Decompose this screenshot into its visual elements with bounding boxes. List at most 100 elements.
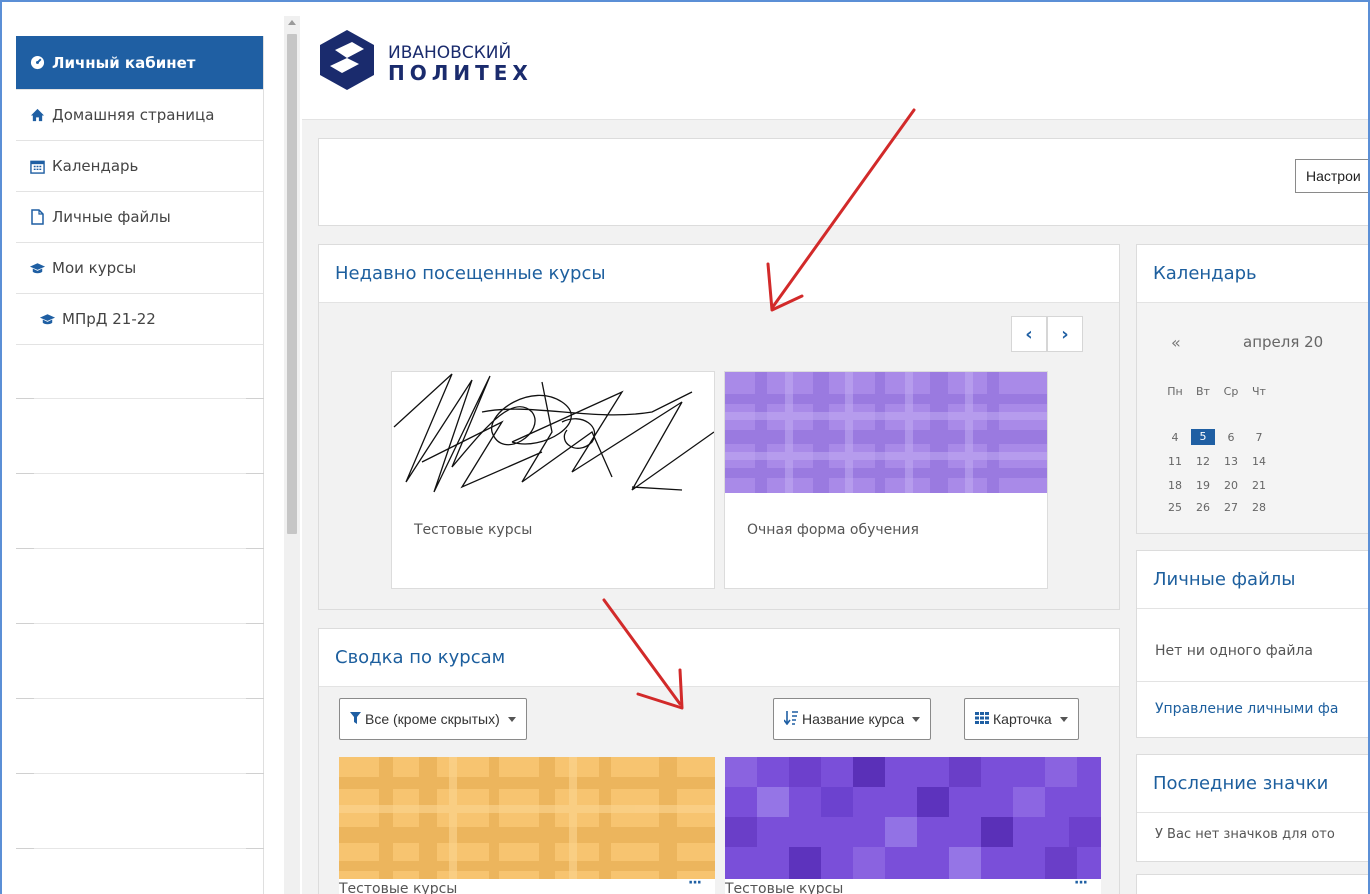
sidebar-item-files[interactable]: Личные файлы — [16, 192, 263, 243]
course-image[interactable] — [725, 372, 1047, 493]
sidebar-item-home[interactable]: Домашняя страница — [16, 90, 263, 141]
scroll-up-arrow-icon[interactable] — [288, 20, 296, 25]
course-image[interactable] — [339, 757, 715, 879]
private-files-title: Личные файлы — [1137, 551, 1368, 609]
calendar-prev-month-link[interactable]: « — [1171, 333, 1181, 352]
no-badges-text: У Вас нет значков для ото — [1155, 827, 1335, 842]
calendar-day[interactable]: 21 — [1247, 479, 1271, 492]
calendar-day[interactable]: 12 — [1191, 455, 1215, 468]
course-card[interactable]: Очная форма обучения — [724, 371, 1048, 589]
recent-courses-pager: ‹ › — [1011, 316, 1083, 352]
course-overview-block: Сводка по курсам Все (кроме скрытых) Наз… — [318, 628, 1120, 894]
weekday-label: Пн — [1167, 385, 1183, 398]
scribble-image — [392, 372, 714, 493]
course-card[interactable]: Тестовые курсы — [391, 371, 715, 589]
weekday-label: Ср — [1223, 385, 1239, 398]
calendar-day[interactable]: 11 — [1163, 455, 1187, 468]
divider — [16, 848, 264, 849]
sidebar-item-label: Мои курсы — [52, 259, 137, 277]
calendar-day[interactable]: 28 — [1247, 501, 1271, 514]
weekday-label: Чт — [1252, 385, 1266, 398]
sort-label: Название курса — [802, 711, 905, 727]
sidebar-item-dashboard[interactable]: Личный кабинет — [16, 36, 263, 90]
sort-icon — [783, 710, 798, 728]
calendar-title: Календарь — [1137, 245, 1368, 303]
graduation-cap-icon — [38, 313, 56, 326]
calendar-day[interactable]: 26 — [1191, 501, 1215, 514]
course-card[interactable]: Тестовые курсы ··· — [725, 757, 1101, 894]
caret-down-icon — [912, 716, 921, 722]
filter-label: Все (кроме скрытых) — [365, 711, 500, 727]
customize-page-button[interactable]: Настрои — [1295, 159, 1368, 193]
calendar-day[interactable]: 7 — [1247, 431, 1271, 444]
page-header: ИВАНОВСКИЙ ПОЛИТЕХ — [302, 2, 1368, 120]
sidebar-item-course-mprd[interactable]: МПрД 21-22 — [16, 294, 263, 345]
logo-text: ИВАНОВСКИЙ ПОЛИТЕХ — [388, 43, 533, 84]
calendar-day-today[interactable]: 5 — [1191, 429, 1215, 445]
orange-plaid-image — [339, 757, 715, 879]
prev-page-button[interactable]: ‹ — [1011, 316, 1047, 352]
next-page-button[interactable]: › — [1047, 316, 1083, 352]
divider — [16, 773, 264, 774]
more-options-icon[interactable]: ··· — [1074, 875, 1088, 891]
recent-courses-block: Недавно посещенные курсы ‹ › Тестовые ку… — [318, 244, 1120, 610]
recent-courses-body: ‹ › Тестовые курсы Очная форма обучения — [319, 303, 1119, 609]
scrollbar-thumb[interactable] — [287, 34, 297, 534]
calendar-block: Календарь « апреля 20 Пн Вт Ср Чт 4 5 6 … — [1136, 244, 1368, 534]
course-overview-body: Все (кроме скрытых) Название курса Карто… — [319, 687, 1119, 894]
calendar-day[interactable]: 25 — [1163, 501, 1187, 514]
course-overview-title: Сводка по курсам — [319, 629, 1119, 687]
logo-mark-icon — [320, 30, 374, 90]
view-label: Карточка — [993, 711, 1052, 727]
dashboard-icon — [28, 55, 46, 70]
course-name[interactable]: Очная форма обучения — [747, 522, 919, 538]
sidebar-scrollbar[interactable] — [284, 16, 300, 894]
calendar-day[interactable]: 27 — [1219, 501, 1243, 514]
calendar-day[interactable]: 18 — [1163, 479, 1187, 492]
sidebar-item-my-courses[interactable]: Мои курсы — [16, 243, 263, 294]
caret-down-icon — [507, 716, 516, 722]
logo-line-1: ИВАНОВСКИЙ — [388, 43, 512, 63]
manage-files-link[interactable]: Управление личными фа — [1155, 701, 1338, 717]
no-files-text: Нет ни одного файла — [1155, 643, 1313, 659]
divider — [16, 473, 264, 474]
next-block — [1136, 874, 1368, 894]
view-dropdown[interactable]: Карточка — [964, 698, 1079, 740]
purple-squares-image — [725, 757, 1101, 879]
private-files-block: Личные файлы Нет ни одного файла Управле… — [1136, 550, 1368, 738]
calendar-day[interactable]: 20 — [1219, 479, 1243, 492]
course-image[interactable] — [392, 372, 714, 493]
calendar-body: « апреля 20 Пн Вт Ср Чт 4 5 6 7 11 12 13… — [1137, 303, 1368, 533]
page-toolbar: Настрои — [318, 138, 1368, 226]
file-icon — [28, 209, 46, 225]
course-name[interactable]: Тестовые курсы — [339, 881, 457, 894]
purple-plaid-image — [725, 372, 1047, 493]
calendar-day[interactable]: 6 — [1219, 431, 1243, 444]
sort-dropdown[interactable]: Название курса — [773, 698, 932, 740]
sidebar-item-label: Личный кабинет — [52, 53, 196, 72]
calendar-month-label: апреля 20 — [1243, 333, 1324, 351]
calendar-icon — [28, 159, 46, 174]
home-icon — [28, 108, 46, 122]
course-image[interactable] — [725, 757, 1101, 879]
course-name[interactable]: Тестовые курсы — [725, 881, 843, 894]
sidebar-item-calendar[interactable]: Календарь — [16, 141, 263, 192]
calendar-day[interactable]: 19 — [1191, 479, 1215, 492]
calendar-day[interactable]: 4 — [1163, 431, 1187, 444]
more-options-icon[interactable]: ··· — [688, 875, 702, 891]
calendar-day[interactable]: 13 — [1219, 455, 1243, 468]
course-name[interactable]: Тестовые курсы — [414, 522, 532, 538]
sidebar-item-label: Домашняя страница — [52, 106, 215, 124]
site-logo[interactable]: ИВАНОВСКИЙ ПОЛИТЕХ — [316, 28, 533, 92]
main-content: ИВАНОВСКИЙ ПОЛИТЕХ Настрои Недавно посещ… — [302, 2, 1368, 894]
sidebar: Личный кабинет Домашняя страница Календа… — [16, 36, 264, 894]
browser-frame: Личный кабинет Домашняя страница Календа… — [0, 0, 1370, 894]
filter-icon — [350, 711, 361, 727]
course-card[interactable]: Тестовые курсы ··· — [339, 757, 715, 894]
filter-dropdown[interactable]: Все (кроме скрытых) — [339, 698, 527, 740]
divider — [16, 398, 264, 399]
calendar-day[interactable]: 14 — [1247, 455, 1271, 468]
caret-down-icon — [1059, 716, 1068, 722]
divider — [1137, 681, 1368, 682]
divider — [16, 548, 264, 549]
